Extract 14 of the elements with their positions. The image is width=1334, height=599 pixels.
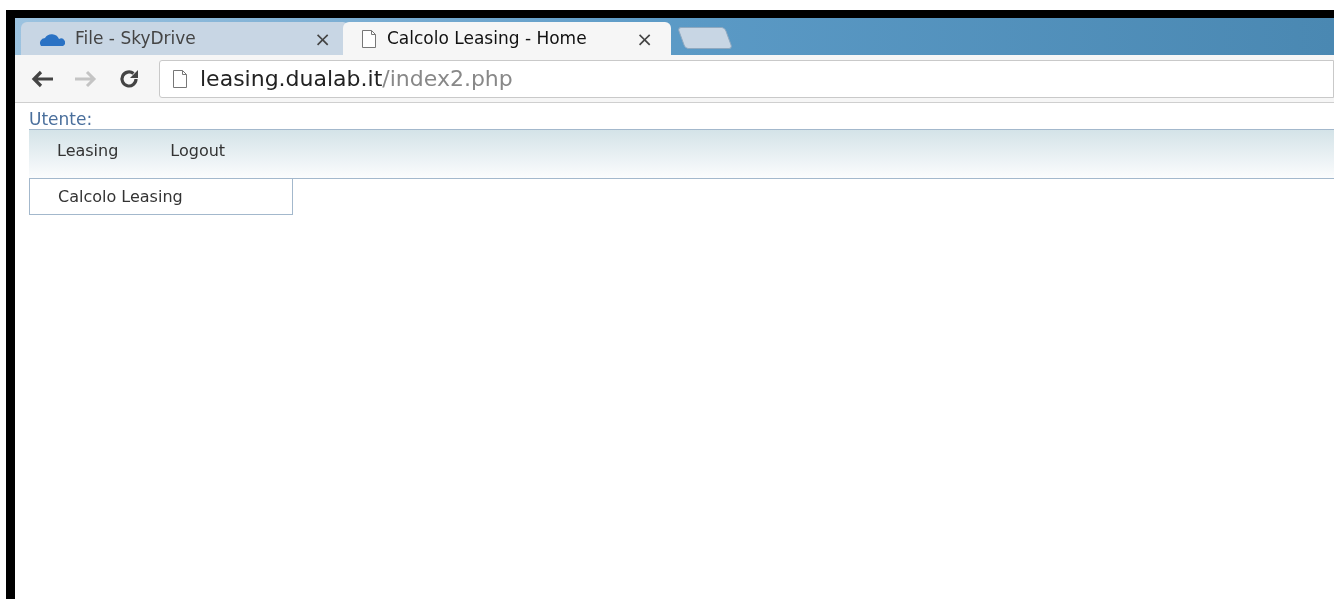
tab-title: File - SkyDrive xyxy=(75,26,196,50)
browser-tab[interactable]: Calcolo Leasing - Home × xyxy=(343,22,671,55)
close-icon[interactable]: × xyxy=(314,28,331,49)
tab-title: Calcolo Leasing - Home xyxy=(387,26,587,50)
back-icon[interactable] xyxy=(29,68,55,89)
menu-item[interactable]: Logout xyxy=(158,139,238,163)
submenu-item[interactable]: Calcolo Leasing xyxy=(29,178,293,215)
user-label: Utente: xyxy=(29,109,93,129)
close-icon[interactable]: × xyxy=(636,28,653,49)
menu-item[interactable]: Leasing xyxy=(45,139,131,163)
page-icon xyxy=(361,28,377,49)
page-icon xyxy=(172,68,188,89)
url-text: leasing.dualab.it/index2.php xyxy=(200,65,513,93)
address-bar[interactable]: leasing.dualab.it/index2.php xyxy=(159,59,1334,98)
